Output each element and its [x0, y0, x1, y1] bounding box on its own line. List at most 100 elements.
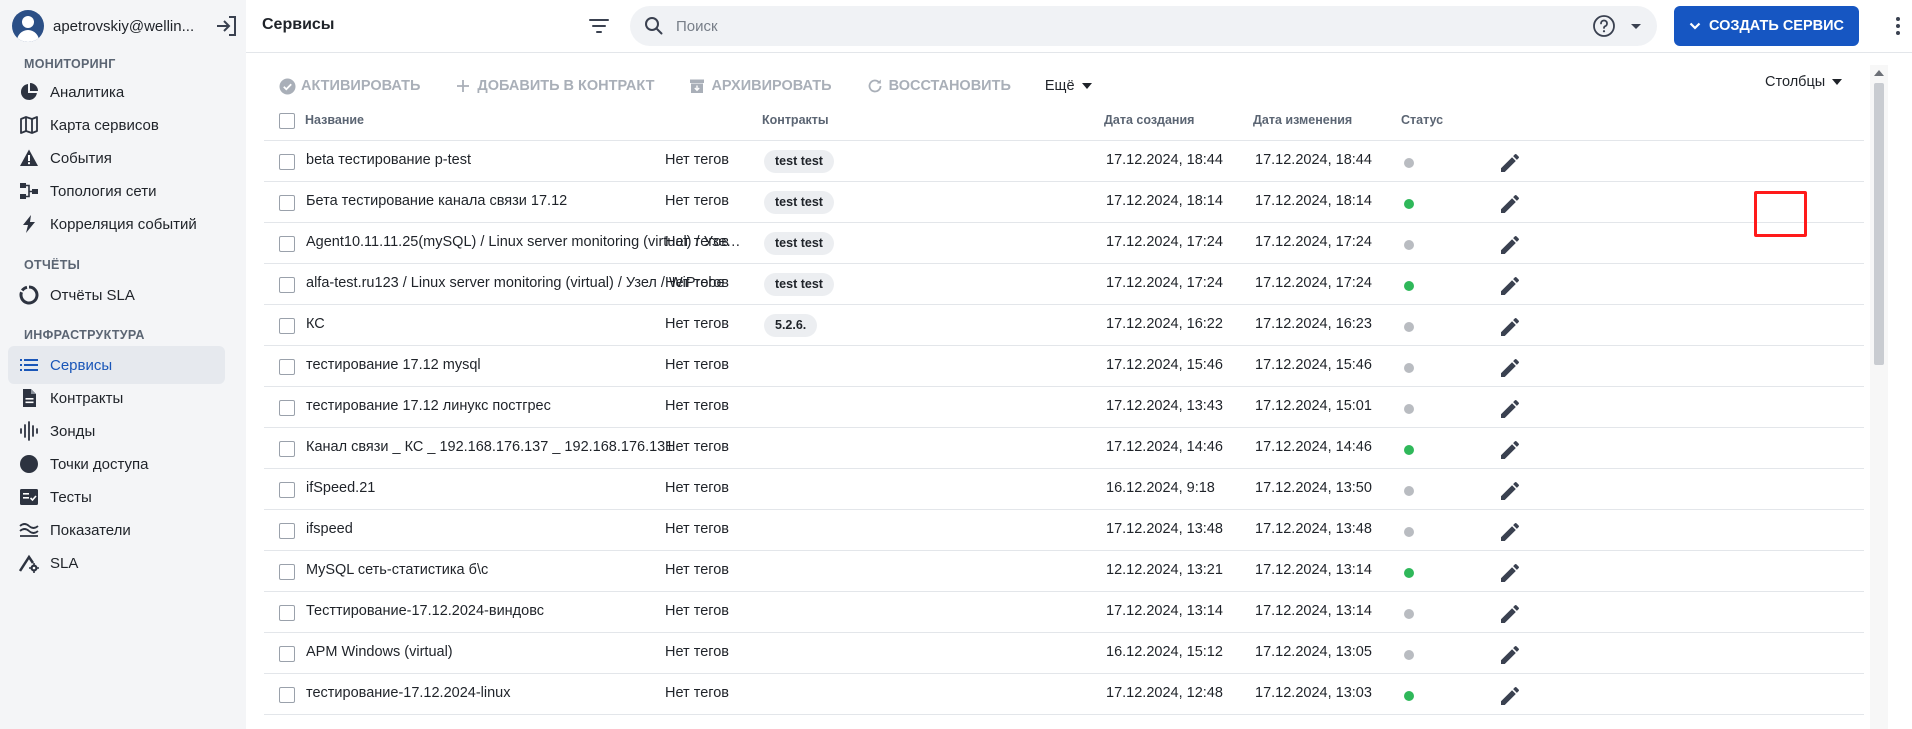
- columns-dropdown[interactable]: Столбцы: [1765, 74, 1843, 90]
- service-tags: Нет тегов: [665, 439, 730, 455]
- edit-icon[interactable]: [1498, 643, 1522, 667]
- row-checkbox[interactable]: [279, 605, 295, 621]
- service-name[interactable]: тестирование 17.12 mysql: [306, 357, 481, 373]
- column-header-contracts[interactable]: Контракты: [762, 113, 829, 127]
- sidebar-item-label: Точки доступа: [50, 455, 149, 473]
- row-checkbox[interactable]: [279, 236, 295, 252]
- checklist-icon: [18, 486, 40, 508]
- column-header-status[interactable]: Статус: [1401, 113, 1443, 127]
- scroll-up-arrow-icon[interactable]: [1874, 70, 1884, 76]
- table-row[interactable]: ifSpeed.21 Нет тегов 16.12.2024, 9:18 17.12…: [264, 469, 1864, 510]
- row-checkbox[interactable]: [279, 318, 295, 334]
- contract-tag[interactable]: test test: [764, 191, 834, 214]
- edit-icon[interactable]: [1498, 561, 1522, 585]
- row-checkbox[interactable]: [279, 523, 295, 539]
- contract-tag[interactable]: test test: [764, 232, 834, 255]
- column-header-modified[interactable]: Дата изменения: [1253, 113, 1352, 127]
- search-options-caret-icon[interactable]: [1626, 16, 1646, 36]
- modified-date: 17.12.2024, 13:05: [1255, 644, 1372, 660]
- table-row[interactable]: тестирование-17.12.2024-linux Нет тегов 17…: [264, 674, 1864, 715]
- status-indicator: [1404, 691, 1414, 701]
- table-row[interactable]: тестирование 17.12 линукс постгрес Нет те…: [264, 387, 1864, 428]
- row-checkbox[interactable]: [279, 154, 295, 170]
- edit-icon[interactable]: [1498, 233, 1522, 257]
- logout-icon[interactable]: [214, 15, 238, 37]
- table-row[interactable]: КС Нет тегов 5.2.6. 17.12.2024, 16:22 17.12.…: [264, 305, 1864, 346]
- edit-icon[interactable]: [1498, 520, 1522, 544]
- service-name[interactable]: beta тестирование p-test: [306, 152, 471, 168]
- service-name[interactable]: тестирование 17.12 линукс постгрес: [306, 398, 551, 414]
- table-row[interactable]: ifspeed Нет тегов 17.12.2024, 13:48 17.12.2…: [264, 510, 1864, 551]
- vertical-scrollbar[interactable]: [1870, 65, 1888, 729]
- create-service-button[interactable]: СОЗДАТЬ СЕРВИС: [1674, 6, 1859, 46]
- table-row[interactable]: beta тестирование p-test Нет тегов test te…: [264, 141, 1864, 182]
- edit-icon[interactable]: [1498, 315, 1522, 339]
- table-row[interactable]: alfa-test.ru123 / Linux server monitorin…: [264, 264, 1864, 305]
- status-indicator: [1404, 568, 1414, 578]
- row-checkbox[interactable]: [279, 564, 295, 580]
- select-all-checkbox[interactable]: [279, 113, 295, 129]
- search-input[interactable]: [676, 14, 1546, 38]
- service-name[interactable]: MySQL сеть-статистика б\с: [306, 562, 488, 578]
- contract-tag[interactable]: 5.2.6.: [764, 314, 818, 337]
- more-actions-dropdown[interactable]: Ещё: [1045, 78, 1092, 94]
- service-name[interactable]: КС: [306, 316, 325, 332]
- edit-icon[interactable]: [1498, 438, 1522, 462]
- row-checkbox[interactable]: [279, 687, 295, 703]
- archive-button[interactable]: АРХИВИРОВАТЬ: [688, 77, 832, 95]
- table-row[interactable]: APM Windows (virtual) Нет тегов 16.12.2024…: [264, 633, 1864, 674]
- row-checkbox[interactable]: [279, 646, 295, 662]
- column-header-created[interactable]: Дата создания: [1104, 113, 1194, 127]
- user-profile[interactable]: apetrovskiy@wellin...: [12, 9, 238, 43]
- edit-icon[interactable]: [1498, 397, 1522, 421]
- row-checkbox[interactable]: [279, 400, 295, 416]
- table-row[interactable]: тестирование 17.12 mysql Нет тегов 17.12.2…: [264, 346, 1864, 387]
- edit-icon[interactable]: [1498, 274, 1522, 298]
- help-icon[interactable]: [1592, 14, 1616, 38]
- edit-icon[interactable]: [1498, 192, 1522, 216]
- row-checkbox[interactable]: [279, 277, 295, 293]
- created-date: 12.12.2024, 13:21: [1106, 562, 1223, 578]
- row-checkbox[interactable]: [279, 195, 295, 211]
- contract-tag[interactable]: test test: [764, 273, 834, 296]
- service-name[interactable]: Бета тестирование канала связи 17.12: [306, 193, 567, 209]
- more-actions-label: Ещё: [1044, 78, 1075, 94]
- edit-icon[interactable]: [1498, 602, 1522, 626]
- more-vertical-icon[interactable]: [1886, 13, 1910, 39]
- modified-date: 17.12.2024, 13:48: [1255, 521, 1372, 537]
- add-to-contract-button[interactable]: ДОБАВИТЬ В КОНТРАКТ: [454, 77, 654, 95]
- table-row[interactable]: Тесттирование-17.12.2024-виндовс Нет тего…: [264, 592, 1864, 633]
- row-checkbox[interactable]: [279, 441, 295, 457]
- service-name[interactable]: APM Windows (virtual): [306, 644, 453, 660]
- table-row[interactable]: Agent10.11.11.25(mySQL) / Linux server m…: [264, 223, 1864, 264]
- sidebar-item[interactable]: Отчёты SLA: [8, 276, 225, 314]
- service-name[interactable]: alfa-test.ru123 / Linux server monitorin…: [306, 275, 725, 291]
- filter-icon[interactable]: [586, 14, 612, 38]
- status-indicator: [1404, 240, 1414, 250]
- contract-tag[interactable]: test test: [764, 150, 834, 173]
- edit-icon[interactable]: [1498, 356, 1522, 380]
- activate-button[interactable]: АКТИВИРОВАТЬ: [278, 77, 420, 95]
- service-name[interactable]: ifSpeed.21: [306, 480, 375, 496]
- service-name[interactable]: ifspeed: [306, 521, 353, 537]
- row-checkbox[interactable]: [279, 359, 295, 375]
- column-header-name[interactable]: Название: [305, 113, 364, 127]
- highlight-frame: [1754, 191, 1807, 237]
- edit-icon[interactable]: [1498, 684, 1522, 708]
- sidebar-item[interactable]: Корреляция событий: [8, 205, 225, 243]
- edit-icon[interactable]: [1498, 151, 1522, 175]
- service-name[interactable]: тестирование-17.12.2024-linux: [306, 685, 511, 701]
- service-name[interactable]: Тесттирование-17.12.2024-виндовс: [306, 603, 544, 619]
- sidebar-item[interactable]: SLA: [8, 544, 225, 582]
- scrollbar-thumb[interactable]: [1874, 83, 1884, 365]
- topology-icon: [18, 180, 40, 202]
- avatar[interactable]: [12, 10, 44, 42]
- status-indicator: [1404, 445, 1414, 455]
- table-row[interactable]: MySQL сеть-статистика б\с Нет тегов 12.12.…: [264, 551, 1864, 592]
- edit-icon[interactable]: [1498, 479, 1522, 503]
- table-row[interactable]: Канал связи _ КС _ 192.168.176.137 _ 192…: [264, 428, 1864, 469]
- service-name[interactable]: Канал связи _ КС _ 192.168.176.137 _ 192…: [306, 439, 673, 455]
- row-checkbox[interactable]: [279, 482, 295, 498]
- restore-button[interactable]: ВОССТАНОВИТЬ: [866, 77, 1011, 95]
- table-row[interactable]: Бета тестирование канала связи 17.12 Нет …: [264, 182, 1864, 223]
